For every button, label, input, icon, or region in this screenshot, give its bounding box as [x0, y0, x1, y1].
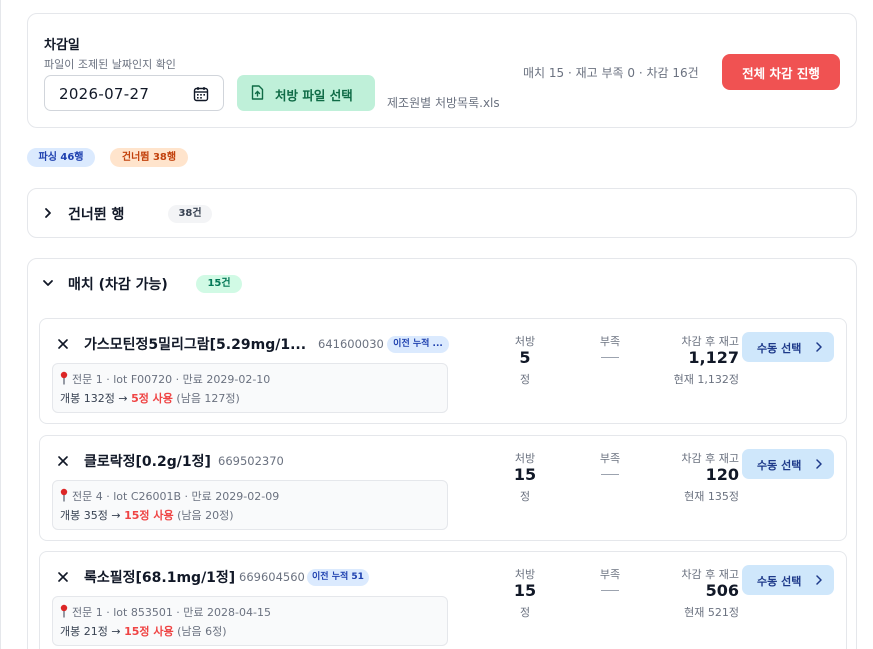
after-stock-label: 차감 후 재고	[681, 452, 739, 465]
drug-name: 록소필정[68.1mg/1정]	[84, 570, 236, 586]
current-stock: 현재 521정	[684, 606, 739, 619]
current-stock: 현재 1,132정	[673, 373, 739, 386]
manual-select-button[interactable]: 수동 선택	[742, 565, 834, 595]
after-stock-value: 1,127	[688, 348, 739, 367]
parsed-rows-badge: 파싱 46행	[27, 148, 95, 167]
pin-icon	[60, 604, 68, 618]
after-stock-value: 120	[705, 465, 739, 484]
after-stock-value: 506	[705, 581, 739, 600]
date-value: 2026-07-27	[59, 85, 150, 103]
usage-line: 개봉 21정 → 15정 사용 (남음 6정)	[60, 625, 227, 638]
rx-unit: 정	[519, 373, 531, 386]
deduction-date-card: 차감일 파일이 조제된 날짜인지 확인 2026-07-27 처방 파일 선택 …	[27, 13, 857, 128]
rx-quantity: 15	[513, 465, 537, 484]
manual-select-label: 수동 선택	[757, 342, 802, 355]
lot-detail: 전문 1 · lot 853501 · 만료 2028-04-15	[72, 606, 271, 619]
matched-count-badge: 15건	[196, 275, 242, 293]
current-stock: 현재 135정	[684, 490, 739, 503]
match-summary: 매치 15 · 재고 부족 0 · 차감 16건	[523, 66, 699, 80]
chevron-right-icon	[45, 208, 51, 218]
shortage-dash	[601, 590, 619, 591]
select-prescription-file-button[interactable]: 처방 파일 선택	[237, 75, 375, 111]
skipped-count-badge: 38건	[168, 205, 212, 223]
usage-amount: 5정 사용	[131, 392, 173, 405]
drug-name: 가스모틴정5밀리그람[5.29mg/1...	[84, 337, 307, 353]
lot-detail: 전문 1 · lot F00720 · 만료 2029-02-10	[72, 373, 271, 386]
chevron-right-icon	[816, 342, 822, 352]
rx-quantity: 15	[513, 581, 537, 600]
manual-select-button[interactable]: 수동 선택	[742, 332, 834, 362]
after-stock-label: 차감 후 재고	[681, 335, 739, 348]
rx-label: 처방	[514, 568, 536, 581]
rx-unit: 정	[519, 490, 531, 503]
drug-code: 669604560	[239, 570, 305, 584]
matched-section: 매치 (차감 가능) 15건 가스모틴정5밀리그람[5.29mg/1... 64…	[27, 258, 857, 649]
shortage-dash	[601, 474, 619, 475]
pin-icon	[60, 371, 68, 385]
date-input[interactable]: 2026-07-27	[44, 75, 224, 111]
selected-file-name: 제조원별 처방목록.xls	[387, 96, 500, 110]
file-upload-icon	[251, 85, 264, 100]
rx-label: 처방	[514, 335, 536, 348]
usage-amount: 15정 사용	[124, 625, 174, 638]
rx-label: 처방	[514, 452, 536, 465]
shortage-label: 부족	[599, 335, 621, 348]
pin-icon	[60, 488, 68, 502]
lot-info-box: 전문 1 · lot F00720 · 만료 2029-02-10 개봉 132…	[52, 363, 448, 413]
usage-amount: 15정 사용	[124, 509, 174, 522]
drug-code: 669502370	[218, 454, 284, 468]
manual-select-label: 수동 선택	[757, 575, 802, 588]
skipped-rows-badge: 건너뜀 38행	[110, 148, 188, 167]
usage-line: 개봉 35정 → 15정 사용 (남음 20정)	[60, 509, 234, 522]
shortage-dash	[601, 357, 619, 358]
shortage-label: 부족	[599, 568, 621, 581]
run-all-deduction-button[interactable]: 전체 차감 진행	[722, 54, 840, 90]
deduction-date-subtitle: 파일이 조제된 날짜인지 확인	[44, 58, 176, 71]
lot-info-box: 전문 1 · lot 853501 · 만료 2028-04-15 개봉 21정…	[52, 596, 448, 646]
cumulative-badge: 이전 누적 ...	[387, 336, 449, 353]
remove-icon[interactable]	[58, 572, 68, 582]
shortage-label: 부족	[599, 452, 621, 465]
after-stock-label: 차감 후 재고	[681, 568, 739, 581]
deduction-date-title: 차감일	[44, 38, 80, 53]
calendar-icon[interactable]	[193, 86, 209, 102]
chevron-right-icon	[816, 459, 822, 469]
drug-row: 가스모틴정5밀리그람[5.29mg/1... 641600030 이전 누적 .…	[39, 318, 847, 424]
manual-select-label: 수동 선택	[757, 459, 802, 472]
chevron-down-icon	[43, 280, 53, 286]
lot-detail: 전문 4 · lot C26001B · 만료 2029-02-09	[72, 490, 280, 503]
usage-line: 개봉 132정 → 5정 사용 (남음 127정)	[60, 392, 240, 405]
drug-row: 록소필정[68.1mg/1정] 669604560 이전 누적 51 전문 1 …	[39, 551, 847, 649]
chevron-right-icon	[816, 575, 822, 585]
remove-icon[interactable]	[58, 339, 68, 349]
skipped-rows-section[interactable]: 건너뛴 행 38건	[27, 188, 857, 238]
lot-info-box: 전문 4 · lot C26001B · 만료 2029-02-09 개봉 35…	[52, 480, 448, 530]
rx-unit: 정	[519, 606, 531, 619]
file-button-label: 처방 파일 선택	[275, 88, 353, 103]
skipped-section-title: 건너뛴 행	[68, 207, 125, 223]
left-divider	[0, 0, 1, 649]
drug-code: 641600030	[318, 337, 384, 351]
matched-section-title: 매치 (차감 가능)	[68, 277, 168, 293]
remove-icon[interactable]	[58, 456, 68, 466]
manual-select-button[interactable]: 수동 선택	[742, 449, 834, 479]
rx-quantity: 5	[519, 348, 531, 367]
cumulative-badge: 이전 누적 51	[307, 569, 369, 586]
drug-name: 클로락정[0.2g/1정]	[84, 454, 211, 470]
drug-row: 클로락정[0.2g/1정] 669502370 전문 4 · lot C2600…	[39, 435, 847, 541]
